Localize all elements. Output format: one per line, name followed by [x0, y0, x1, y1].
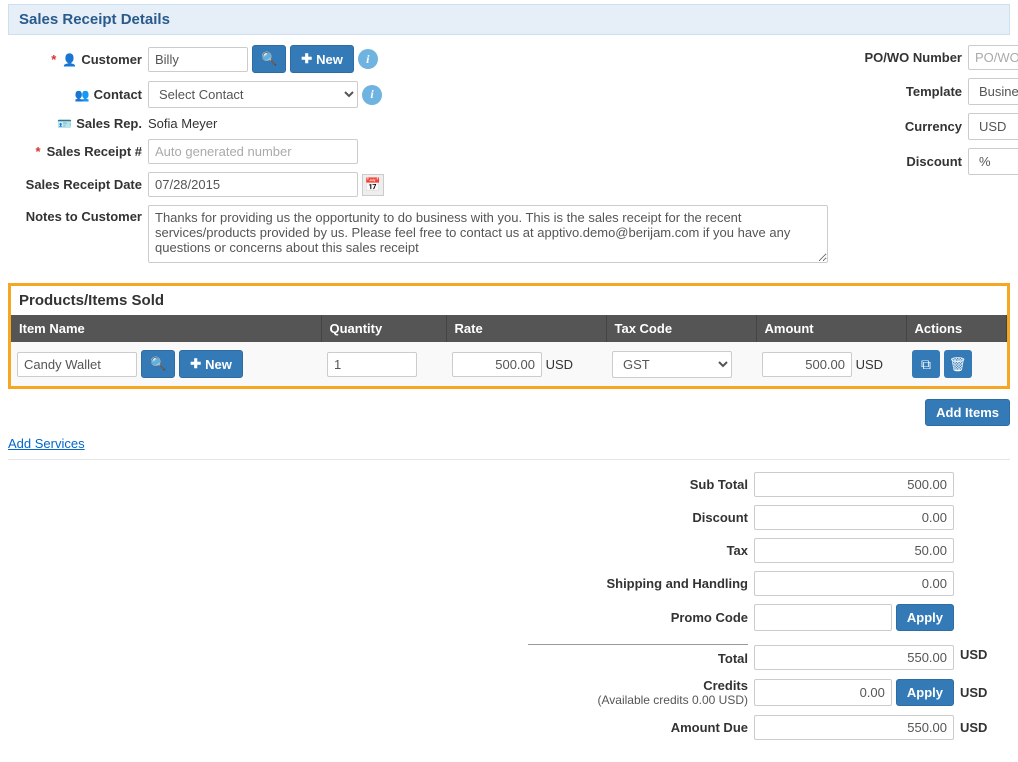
label-currency: Currency: [858, 119, 968, 134]
apply-credits-button[interactable]: Apply: [896, 679, 954, 706]
item-rate-input[interactable]: [452, 352, 542, 377]
currency-select[interactable]: USD: [968, 113, 1018, 140]
items-title: Products/Items Sold: [11, 286, 1007, 315]
form-area: * Customer 🔍 ✚New i Contact Select Co: [8, 45, 1010, 271]
add-items-button[interactable]: Add Items: [925, 399, 1010, 426]
label-discount: Discount: [858, 154, 968, 169]
contact-select[interactable]: Select Contact: [148, 81, 358, 108]
plus-icon: ✚: [190, 356, 201, 372]
total-unit: USD: [960, 647, 1010, 662]
label-receiptno: * Sales Receipt #: [8, 144, 148, 159]
label-salesrep: Sales Rep.: [8, 116, 148, 131]
customer-search-button[interactable]: 🔍: [252, 45, 286, 73]
label-notes: Notes to Customer: [8, 205, 148, 224]
col-rate: Rate: [446, 315, 606, 342]
discount-type-select[interactable]: %: [968, 148, 1018, 175]
due-unit: USD: [960, 720, 1010, 735]
totals-area: Sub Total Discount Tax Shipping and Hand…: [8, 472, 1010, 740]
discount-total-input[interactable]: [754, 505, 954, 530]
customer-icon: [62, 52, 77, 67]
calendar-icon[interactable]: [362, 174, 384, 196]
item-qty-input[interactable]: [327, 352, 417, 377]
item-search-button[interactable]: 🔍: [141, 350, 175, 378]
label-promo: Promo Code: [528, 610, 748, 625]
label-powo: PO/WO Number: [858, 50, 968, 65]
label-total: Total: [528, 644, 748, 666]
item-amount-input: [762, 352, 852, 377]
items-table: Item Name Quantity Rate Tax Code Amount …: [11, 315, 1007, 386]
label-template: Template: [858, 84, 968, 99]
form-left-col: * Customer 🔍 ✚New i Contact Select Co: [8, 45, 828, 271]
col-tax: Tax Code: [606, 315, 756, 342]
search-icon: 🔍: [150, 356, 166, 372]
label-credits: Credits: [528, 678, 748, 693]
customer-input[interactable]: [148, 47, 248, 72]
trash-icon: 🗑: [949, 356, 967, 373]
label-discount-total: Discount: [528, 510, 748, 525]
divider: [8, 459, 1010, 460]
label-shipping: Shipping and Handling: [528, 576, 748, 591]
label-due: Amount Due: [528, 720, 748, 735]
shipping-input[interactable]: [754, 571, 954, 596]
label-tax: Tax: [528, 543, 748, 558]
credits-unit: USD: [960, 685, 1010, 700]
label-contact: Contact: [8, 87, 148, 102]
notes-textarea[interactable]: Thanks for providing us the opportunity …: [148, 205, 828, 263]
customer-new-button[interactable]: ✚New: [290, 45, 354, 73]
required-marker: *: [36, 144, 41, 159]
add-services-link[interactable]: Add Services: [8, 436, 85, 451]
receiptdate-input[interactable]: [148, 172, 358, 197]
promo-input[interactable]: [754, 604, 892, 631]
salesrep-value: Sofia Meyer: [148, 116, 217, 131]
row-duplicate-button[interactable]: ⧉: [912, 350, 940, 378]
form-right-col: PO/WO Number i Template Business Currenc…: [858, 45, 1018, 271]
col-qty: Quantity: [321, 315, 446, 342]
item-tax-select[interactable]: GST: [612, 351, 732, 378]
col-actions: Actions: [906, 315, 1007, 342]
info-icon[interactable]: i: [358, 49, 378, 69]
subtotal-input[interactable]: [754, 472, 954, 497]
items-section: Products/Items Sold Item Name Quantity R…: [8, 283, 1010, 389]
copy-icon: ⧉: [921, 356, 931, 373]
template-select[interactable]: Business: [968, 78, 1018, 105]
search-icon: 🔍: [261, 51, 277, 67]
item-name-input[interactable]: [17, 352, 137, 377]
plus-icon: ✚: [301, 51, 312, 67]
label-customer: * Customer: [8, 52, 148, 67]
info-icon[interactable]: i: [362, 85, 382, 105]
label-credits-sub: (Available credits 0.00 USD): [528, 693, 748, 707]
total-input[interactable]: [754, 645, 954, 670]
apply-promo-button[interactable]: Apply: [896, 604, 954, 631]
tax-input[interactable]: [754, 538, 954, 563]
label-subtotal: Sub Total: [528, 477, 748, 492]
item-new-button[interactable]: ✚New: [179, 350, 243, 378]
powo-input[interactable]: [968, 45, 1018, 70]
row-delete-button[interactable]: 🗑: [944, 350, 972, 378]
due-input[interactable]: [754, 715, 954, 740]
col-amount: Amount: [756, 315, 906, 342]
receiptno-input[interactable]: [148, 139, 358, 164]
contacts-icon: [75, 87, 90, 102]
table-row: 🔍 ✚New USD GST: [11, 342, 1007, 386]
salesrep-icon: [57, 116, 72, 131]
label-receiptdate: Sales Receipt Date: [8, 177, 148, 192]
section-title: Sales Receipt Details: [8, 4, 1010, 35]
col-name: Item Name: [11, 315, 321, 342]
rate-unit: USD: [546, 357, 573, 372]
credits-input[interactable]: [754, 679, 892, 706]
amount-unit: USD: [856, 357, 883, 372]
required-marker: *: [51, 52, 56, 67]
